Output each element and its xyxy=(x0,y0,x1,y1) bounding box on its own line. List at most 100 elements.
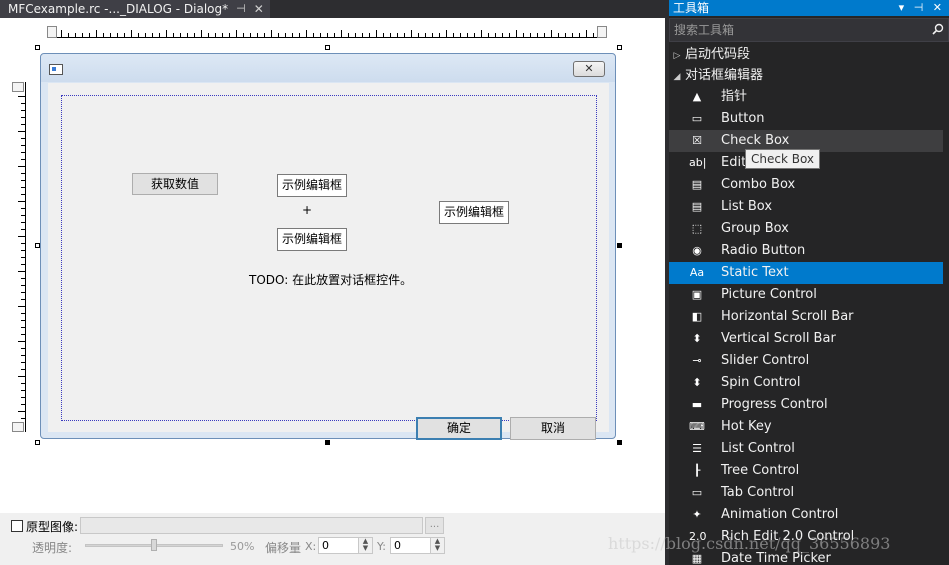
resize-handle xyxy=(617,45,622,50)
ruler-tick xyxy=(481,30,482,37)
toolbox-search-input[interactable]: 搜索工具箱 xyxy=(669,18,949,42)
resize-handle xyxy=(35,45,40,50)
spin-control-icon: ⬍ xyxy=(692,376,702,389)
prototype-image-path-field[interactable] xyxy=(80,517,423,534)
sample-edit-box-2[interactable]: 示例编辑框 xyxy=(277,228,347,251)
toolbox-group[interactable]: ▷ 启动代码段 xyxy=(669,44,949,66)
ruler-tick xyxy=(110,33,111,37)
toolbox-item[interactable]: ┠ Tree Control xyxy=(669,460,943,482)
resize-handle[interactable] xyxy=(325,440,330,445)
resize-handle xyxy=(325,45,330,50)
ruler-tick xyxy=(21,215,25,216)
y-offset-spinner-icon[interactable]: ▲ ▼ xyxy=(430,538,444,553)
ruler-tick xyxy=(180,33,181,37)
toolbox-item[interactable]: ⌨ Hot Key xyxy=(669,416,943,438)
ruler-tick xyxy=(390,33,391,37)
x-offset-value: 0 xyxy=(322,539,329,552)
toolbox-item[interactable]: Aa Static Text xyxy=(669,262,943,284)
resize-handle[interactable] xyxy=(617,243,622,248)
ruler-tick xyxy=(516,30,517,37)
ruler-tick xyxy=(21,173,25,174)
toolbox-window-controls-icon[interactable]: ▾ ⊣ ✕ xyxy=(899,0,945,16)
search-icon[interactable] xyxy=(932,23,944,35)
toolbox-item[interactable]: ▤ Combo Box xyxy=(669,174,943,196)
toolbox-header[interactable]: 工具箱 ▾ ⊣ ✕ xyxy=(669,0,949,16)
sample-edit-box-1[interactable]: 示例编辑框 xyxy=(277,174,347,197)
design-canvas[interactable]: ✕ 获取数值 示例编辑框 + 示例编辑框 示例编辑框 TODO: 在此放置对话框… xyxy=(0,18,665,565)
resize-handle[interactable] xyxy=(617,440,622,445)
ruler-tick xyxy=(586,30,587,37)
search-placeholder: 搜索工具箱 xyxy=(674,23,735,37)
dialog-client-area[interactable]: 获取数值 示例编辑框 + 示例编辑框 示例编辑框 TODO: 在此放置对话框控件… xyxy=(48,83,609,440)
browse-button[interactable]: ... xyxy=(425,517,444,534)
vertical-ruler[interactable] xyxy=(12,82,26,432)
ruler-tick xyxy=(418,33,419,37)
x-offset-spinner-icon[interactable]: ▲ ▼ xyxy=(358,538,372,553)
y-offset-input[interactable]: 0 ▲ ▼ xyxy=(390,537,445,554)
toolbox-group[interactable]: ◢ 对话框编辑器 xyxy=(669,65,949,87)
toolbox-item-label: Vertical Scroll Bar xyxy=(721,331,836,346)
horizontal-ruler[interactable] xyxy=(47,24,607,38)
date-time-picker-icon: ▦ xyxy=(691,552,703,565)
toolbox-item[interactable]: ◉ Radio Button xyxy=(669,240,943,262)
ruler-right-cap[interactable] xyxy=(597,26,607,38)
toolbox-item-label: Slider Control xyxy=(721,353,810,368)
collapsed-arrow-icon[interactable]: ▷ xyxy=(669,45,685,67)
toolbox-item[interactable]: ◧ Horizontal Scroll Bar xyxy=(669,306,943,328)
toolbox-item[interactable]: ▭ Tab Control xyxy=(669,482,943,504)
prototype-image-label: 原型图像: xyxy=(26,520,79,534)
dialog-close-button[interactable]: ✕ xyxy=(573,61,605,77)
sample-edit-box-3[interactable]: 示例编辑框 xyxy=(439,201,509,224)
toolbox-item[interactable]: ⬍ Spin Control xyxy=(669,372,943,394)
ruler-tick xyxy=(89,33,90,37)
toolbox-item[interactable]: ⬚ Group Box xyxy=(669,218,943,240)
ruler-tick xyxy=(488,33,489,37)
toolbox-item[interactable]: ☰ List Control xyxy=(669,438,943,460)
ruler-tick xyxy=(334,33,335,37)
expanded-arrow-icon[interactable]: ◢ xyxy=(669,66,685,88)
dialog-window[interactable]: ✕ 获取数值 示例编辑框 + 示例编辑框 示例编辑框 TODO: 在此放置对话框… xyxy=(40,53,616,440)
pin-icon[interactable]: ⊣ xyxy=(236,0,246,18)
ruler-left-cap[interactable] xyxy=(47,26,57,38)
ruler-tick xyxy=(82,33,83,37)
toolbox-item[interactable]: ⬍ Vertical Scroll Bar xyxy=(669,328,943,350)
ruler-tick xyxy=(425,33,426,37)
toolbox-item-label: Spin Control xyxy=(721,375,801,390)
prototype-image-bar: 原型图像: ... 透明度: 50% 偏移量 X: 0 ▲ ▼ Y: 0 ▲ ▼ xyxy=(0,513,665,565)
ruler-tick xyxy=(530,33,531,37)
cancel-button[interactable]: 取消 xyxy=(510,417,596,440)
ruler-tick xyxy=(117,33,118,37)
dialog-title-bar[interactable]: ✕ xyxy=(41,54,615,82)
ok-button[interactable]: 确定 xyxy=(416,417,502,440)
toolbox-item[interactable]: ▬ Progress Control xyxy=(669,394,943,416)
toolbox-item[interactable]: ▣ Picture Control xyxy=(669,284,943,306)
toolbox-item-label: Group Box xyxy=(721,221,789,236)
ruler-bottom-cap[interactable] xyxy=(12,422,24,432)
prototype-image-checkbox[interactable] xyxy=(11,520,23,532)
toolbox-item[interactable]: ⊸ Slider Control xyxy=(669,350,943,372)
ruler-tick xyxy=(138,33,139,37)
ruler-tick xyxy=(572,33,573,37)
document-tab[interactable]: MFCexample.rc -..._DIALOG - Dialog* ⊣ ✕ xyxy=(0,0,270,18)
toolbox-item[interactable]: ▲ 指针 xyxy=(669,86,943,108)
toolbox-item[interactable]: ▤ List Box xyxy=(669,196,943,218)
toolbox-item[interactable]: ▭ Button xyxy=(669,108,943,130)
ruler-tick xyxy=(502,33,503,37)
watermark: https://blog.csdn.net/qq_36556893 xyxy=(608,534,891,553)
opacity-slider-thumb[interactable] xyxy=(151,539,157,551)
ruler-tick xyxy=(18,271,25,272)
ruler-tick xyxy=(21,278,25,279)
ruler-tick xyxy=(18,376,25,377)
todo-label[interactable]: TODO: 在此放置对话框控件。 xyxy=(249,271,412,288)
ruler-top-cap[interactable] xyxy=(12,82,24,92)
button-icon: ▭ xyxy=(691,112,703,125)
close-icon[interactable]: ✕ xyxy=(254,0,264,18)
tab-control-icon: ▭ xyxy=(691,486,703,499)
get-value-button[interactable]: 获取数值 xyxy=(132,173,218,195)
ruler-tick xyxy=(551,30,552,37)
toolbox-item[interactable]: ✦ Animation Control xyxy=(669,504,943,526)
ruler-tick xyxy=(21,299,25,300)
tree-control-icon: ┠ xyxy=(693,464,701,477)
group-box-icon: ⬚ xyxy=(691,222,703,235)
x-offset-input[interactable]: 0 ▲ ▼ xyxy=(318,537,373,554)
